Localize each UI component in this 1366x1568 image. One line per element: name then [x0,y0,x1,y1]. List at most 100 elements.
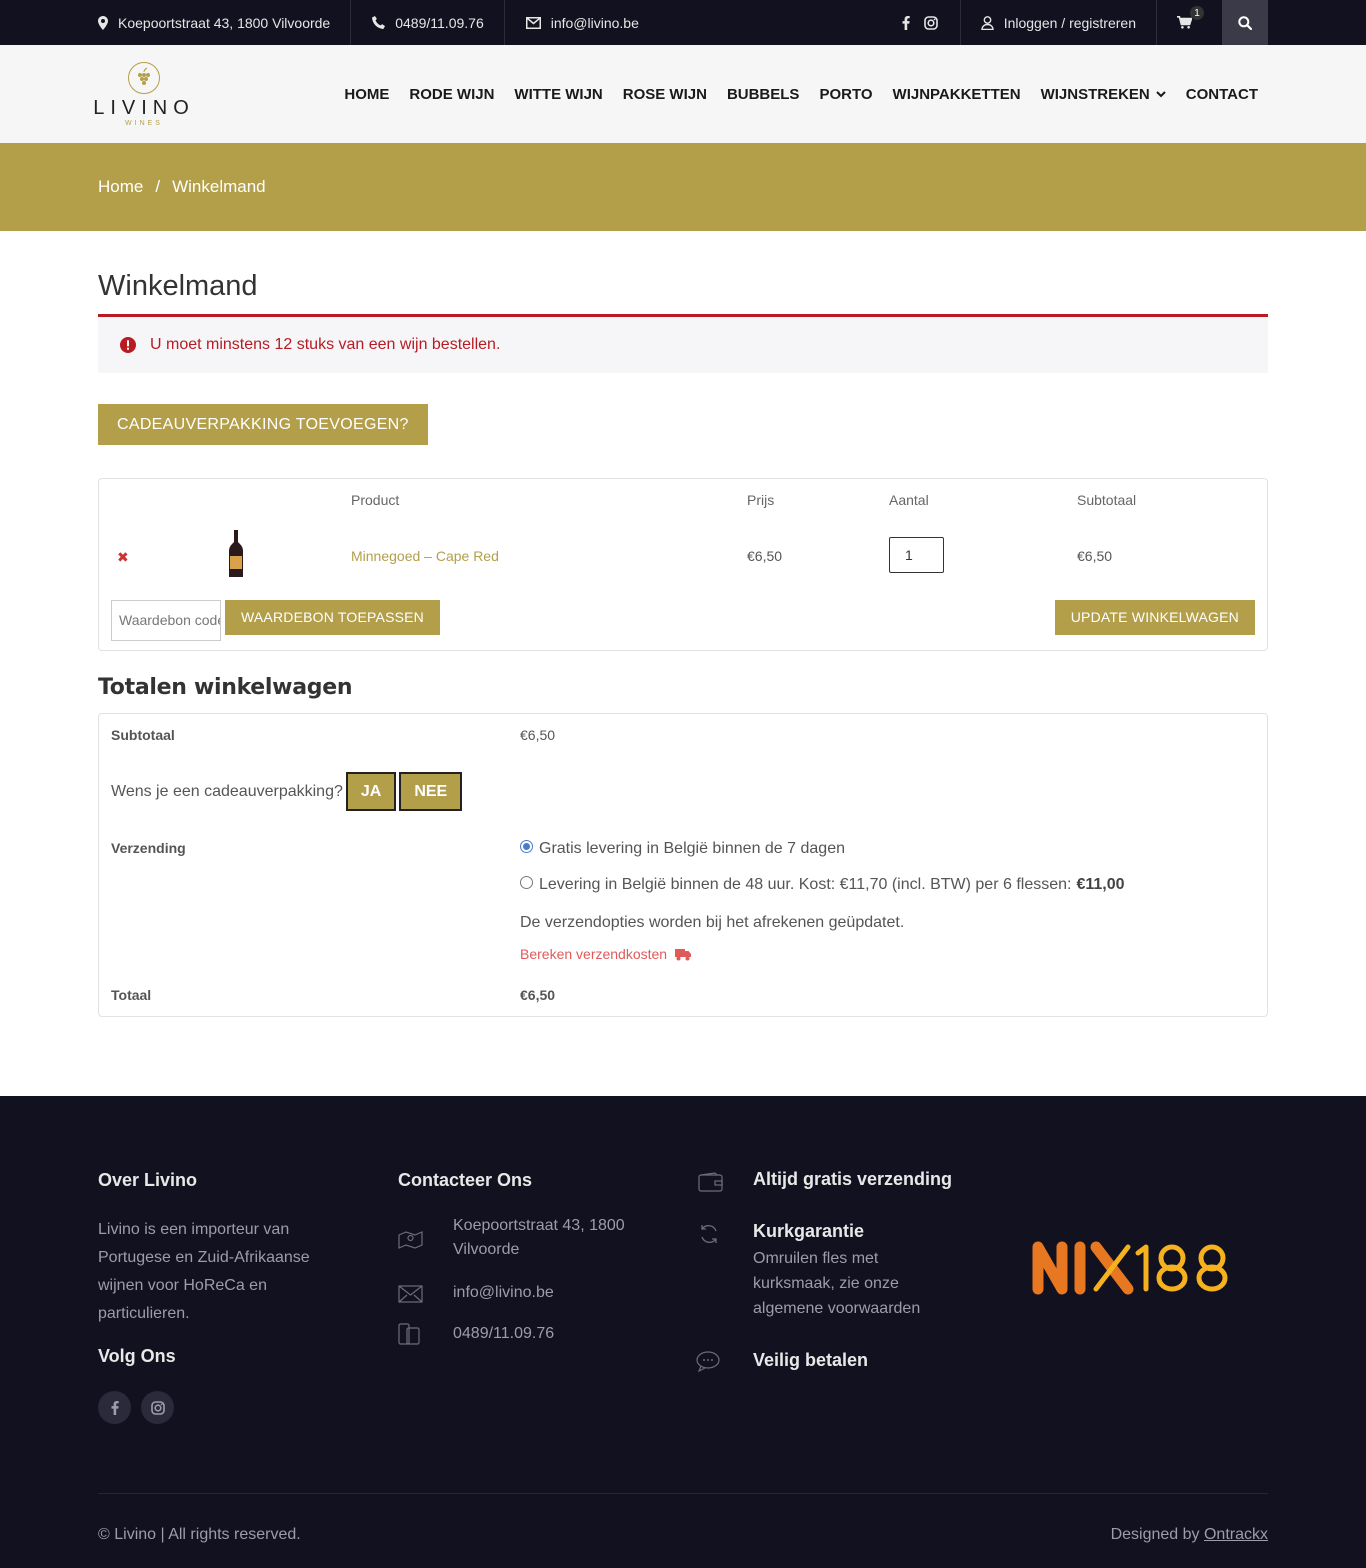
truck-icon [675,948,692,960]
shipping-option-express[interactable]: Levering in België binnen de 48 uur. Kos… [520,875,1125,894]
shipping-note: De verzendopties worden bij het afrekene… [520,914,905,931]
breadcrumb-home[interactable]: Home [98,177,143,197]
site-logo[interactable]: LIVINO WINES [93,61,190,127]
map-marker-icon [98,15,108,30]
nav-rode-wijn[interactable]: RODE WIJN [409,86,494,103]
footer-facebook-button[interactable] [98,1391,131,1424]
facebook-icon[interactable] [902,15,910,30]
gift-wrap-question-text: Wens je een cadeauverpakking? [111,782,343,800]
radio-selected[interactable] [520,839,533,853]
wine-bottle-thumbnail[interactable] [227,530,245,578]
cart-button[interactable]: 1 [1157,0,1222,45]
grape-logo-icon [128,62,160,94]
error-notice-text: U moet minstens 12 stuks van een wijn be… [150,336,501,353]
cart-table: Product Prijs Aantal Subtotaal ✖ Minnego… [98,478,1268,651]
footer-feature-free-shipping: Altijd gratis verzending [753,1169,953,1189]
phone-icon [372,16,386,29]
footer-follow-title: Volg Ons [98,1346,176,1366]
logo-subtitle: WINES [125,120,163,127]
nav-bubbels[interactable]: BUBBELS [727,86,800,103]
topbar-email-text: info@livino.be [550,14,639,31]
gift-wrap-no-button[interactable]: NEE [399,772,463,811]
col-header-product: Product [351,492,400,508]
shipping-label: Verzending [111,840,186,856]
footer-contact-email[interactable]: info@livino.be [453,1279,554,1307]
footer-about-title: Over Livino [98,1170,198,1190]
envelope-icon [525,16,541,29]
subtotal-label: Subtotaal [111,727,175,743]
facebook-icon [111,1400,119,1415]
radio-unselected[interactable] [520,875,533,889]
nav-wijnstreken[interactable]: WIJNSTREKEN [1041,86,1166,103]
cart-totals-table: Subtotaal €6,50 Wens je een cadeauverpak… [98,713,1268,1017]
col-header-price: Prijs [747,492,775,508]
topbar-address: Koepoortstraat 43, 1800 Vilvoorde [98,0,352,45]
nav-wijnpakketten[interactable]: WIJNPAKKETTEN [893,86,1021,103]
nix18-logo [1032,1241,1228,1295]
cart-totals-title: Totalen winkelwagen [98,675,353,700]
subtotal-value: €6,50 [520,727,556,743]
topbar-email[interactable]: info@livino.be [525,0,659,45]
footer-contact-address: Koepoortstraat 43, 1800 Vilvoorde [453,1217,625,1258]
cart-icon [1177,16,1192,29]
remove-item-icon[interactable]: ✖ [117,549,129,566]
main-nav: HOME RODE WIJN WITTE WIJN ROSE WIJN BUBB… [344,86,1258,103]
footer-feature-cork-guarantee: Kurkgarantie [753,1221,865,1241]
exclamation-circle-icon [120,337,136,353]
footer-contact-phone[interactable]: 0489/11.09.76 [453,1320,554,1348]
site-footer: Over Livino Livino is een importeur van … [0,1096,1366,1568]
login-text: Inloggen / registreren [1003,14,1136,31]
product-price: €6,50 [747,548,783,564]
apply-coupon-button[interactable]: WAARDEBON TOEPASSEN [225,600,440,635]
logo-name: LIVINO [93,97,195,119]
total-value: €6,50 [520,987,556,1003]
shipping-option-free-text: Gratis levering in België binnen de 7 da… [539,840,845,857]
breadcrumb: Home / Winkelmand [98,143,1268,231]
nav-porto[interactable]: PORTO [819,86,872,103]
footer-feature-cork-text: Omruilen fles met kurksmaak, zie onze al… [753,1250,921,1317]
main-content: Winkelmand U moet minstens 12 stuks van … [0,231,1366,1017]
topbar-phone-text: 0489/11.09.76 [395,14,484,31]
update-cart-button[interactable]: UPDATE WINKELWAGEN [1054,600,1255,635]
product-subtotal: €6,50 [1077,548,1113,564]
breadcrumb-separator: / [155,177,161,196]
site-header: LIVINO WINES HOME RODE WIJN WITTE WIJN R… [0,45,1366,143]
nav-home[interactable]: HOME [344,86,389,103]
search-button[interactable] [1222,0,1268,45]
gift-wrap-yes-button[interactable]: JA [345,772,397,811]
mobile-phone-icon [398,1323,420,1345]
topbar-phone[interactable]: 0489/11.09.76 [372,0,505,45]
add-gift-wrap-button[interactable]: CADEAUVERPAKKING TOEVOEGEN? [98,404,428,445]
nav-rose-wijn[interactable]: ROSE WIJN [623,86,707,103]
coupon-code-input[interactable]: Waardebon code [111,600,221,641]
topbar-address-text: Koepoortstraat 43, 1800 Vilvoorde [118,14,331,31]
footer-copyright: © Livino | All rights reserved. [98,1526,301,1543]
col-header-subtotal: Subtotaal [1077,492,1137,508]
designed-by-text: Designed by [1110,1526,1204,1543]
login-link[interactable]: Inloggen / registreren [961,0,1157,45]
footer-about-text: Livino is een importeur van Portugese en… [98,1221,310,1322]
shipping-option-express-text: Levering in België binnen de 48 uur. Kos… [539,876,1072,893]
calculate-shipping-link[interactable]: Bereken verzendkosten [520,946,692,962]
instagram-icon [150,1400,165,1415]
shipping-option-express-price: €11,00 [1076,876,1125,893]
chat-bubble-icon [696,1351,720,1373]
search-icon [1238,15,1252,30]
instagram-icon[interactable] [923,15,938,30]
map-icon [398,1231,423,1249]
envelope-icon [398,1285,423,1303]
error-notice: U moet minstens 12 stuks van een wijn be… [98,314,1268,373]
calculate-shipping-text: Bereken verzendkosten [520,946,668,962]
product-name-link[interactable]: Minnegoed – Cape Red [351,548,499,564]
footer-instagram-button[interactable] [141,1391,174,1424]
footer-divider [98,1493,1268,1494]
breadcrumb-current: Winkelmand [172,177,266,196]
nav-contact[interactable]: CONTACT [1186,86,1258,103]
quantity-input[interactable]: 1 [889,537,944,573]
designer-link[interactable]: Ontrackx [1204,1526,1268,1543]
shipping-option-free[interactable]: Gratis levering in België binnen de 7 da… [520,839,845,858]
wallet-icon [698,1172,723,1192]
nav-witte-wijn[interactable]: WITTE WIJN [514,86,602,103]
col-header-qty: Aantal [889,492,929,508]
refresh-icon [701,1225,717,1243]
